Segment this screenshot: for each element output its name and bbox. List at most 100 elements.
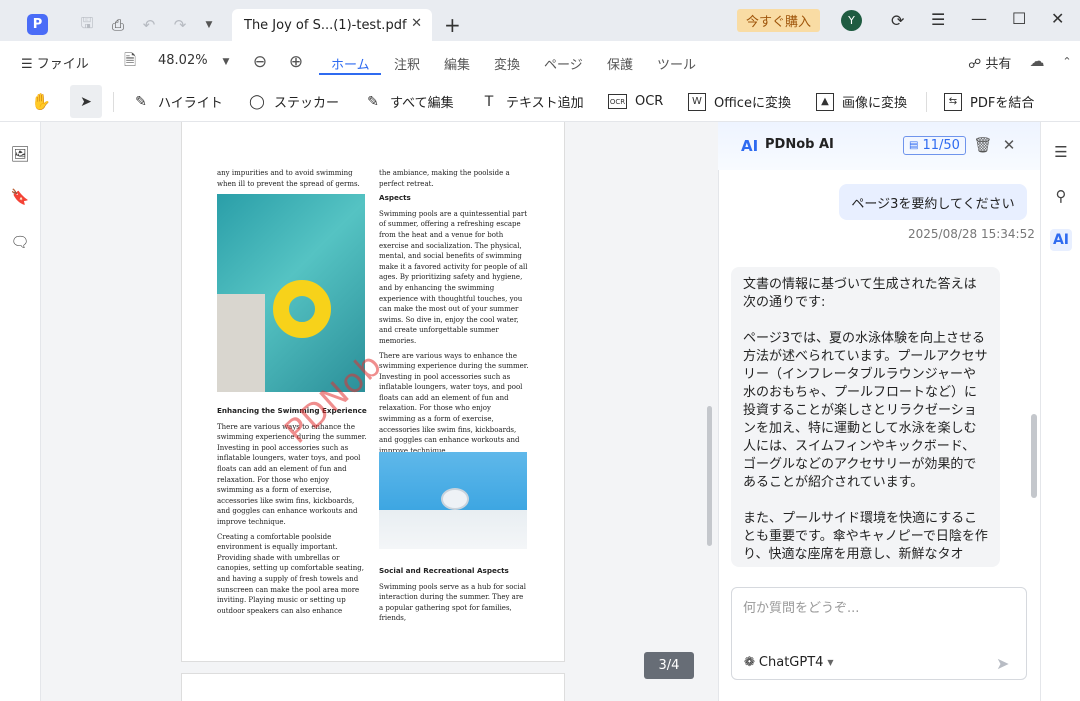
sun-hat	[441, 488, 469, 510]
convert-to-office-button[interactable]: W Officeに変換	[688, 81, 791, 122]
ocr-label: OCR	[635, 94, 664, 109]
send-icon[interactable]: ➤	[996, 654, 1009, 673]
maximize-icon[interactable]: ☐	[1012, 9, 1026, 28]
select-tool[interactable]: ➤	[70, 85, 102, 118]
hand-tool[interactable]: ✋	[31, 81, 51, 122]
paragraph: any impurities and to avoid swimming whe…	[217, 169, 360, 188]
add-text-label: テキスト追加	[506, 96, 584, 111]
model-name: ChatGPT4	[758, 655, 824, 670]
text-box-icon: T	[484, 93, 494, 110]
question-count-badge: ▤ 11/50	[903, 136, 966, 155]
close-panel-icon[interactable]: ✕	[998, 134, 1020, 156]
highlight-icon: ✎	[135, 93, 147, 110]
minimize-icon[interactable]: —	[971, 9, 987, 28]
chat-count-icon: ▤	[909, 140, 919, 151]
document-viewer[interactable]: any impurities and to avoid swimming whe…	[41, 122, 718, 701]
page-indicator: 3/4	[644, 652, 694, 679]
tab-page[interactable]: ページ	[544, 54, 583, 73]
sticker-icon: ◯	[249, 93, 265, 110]
active-tab-indicator	[319, 73, 381, 75]
paragraph: the ambiance, making the poolside a perf…	[379, 169, 510, 188]
swim-ring	[273, 280, 331, 338]
share-button[interactable]: ☍ 共有	[968, 53, 1011, 72]
tab-tools[interactable]: ツール	[657, 54, 696, 73]
edit-all-button[interactable]: ✎ すべて編集	[364, 81, 454, 122]
left-sidebar: 🖼 🔖 🗨	[0, 122, 41, 701]
hand-icon: ✋	[31, 92, 51, 111]
ocr-button[interactable]: OCR OCR	[608, 81, 663, 122]
edit-all-label: すべて編集	[390, 96, 454, 111]
sticker-button[interactable]: ◯ ステッカー	[248, 81, 339, 122]
right-sidebar: ☰ ⚲ AI	[1040, 122, 1080, 701]
thumbnail-icon[interactable]: 🖼	[10, 144, 30, 164]
document-scrollbar[interactable]	[707, 406, 712, 546]
save-icon[interactable]: 🖫	[76, 14, 98, 36]
section-heading: Aspects	[379, 193, 411, 203]
left-column-top: any impurities and to avoid swimming whe…	[217, 168, 367, 193]
answer-paragraph: また、プールサイド環境を快適にすることも重要です。傘やキャノピーで日陰を作り、快…	[743, 511, 988, 562]
ai-assistant-icon[interactable]: AI	[1050, 229, 1072, 251]
menu-icon[interactable]: ☰	[931, 10, 945, 29]
tab-convert[interactable]: 変換	[494, 54, 520, 73]
ai-logo-icon: AI	[741, 137, 759, 155]
pdnob-logo-icon: P	[27, 14, 48, 35]
tab-home[interactable]: ホーム	[331, 54, 370, 73]
redo-icon[interactable]: ↷	[169, 14, 191, 36]
image-icon: ▲	[816, 92, 834, 111]
ocr-icon: OCR	[608, 94, 627, 109]
highlight-label: ハイライト	[158, 96, 223, 111]
ai-answer: 文書の情報に基づいて生成された答えは次の通りです: ページ3では、夏の水泳体験を…	[731, 267, 1000, 567]
delete-history-icon[interactable]: 🗑	[972, 134, 994, 156]
next-pdf-page	[181, 673, 565, 701]
home-toolbar: ✋ ➤ ✎ ハイライト ◯ ステッカー ✎ すべて編集 T テキスト追加 OCR OCR …	[0, 81, 1080, 122]
ai-panel-title: PDNob AI	[765, 137, 834, 152]
properties-icon[interactable]: ☰	[1050, 141, 1072, 163]
paragraph: Swimming pools are a quintessential part…	[379, 209, 528, 345]
openai-icon: ❁	[744, 655, 755, 670]
answer-paragraph: ページ3では、夏の水泳体験を向上させる方法が述べられています。プールアクセサリー…	[743, 331, 988, 490]
avatar[interactable]: Y	[841, 10, 862, 31]
tab-annotate[interactable]: 注釈	[394, 54, 420, 73]
paragraph: Creating a comfortable poolside environm…	[217, 532, 364, 615]
word-icon: W	[688, 92, 706, 111]
search-icon[interactable]: ⚲	[1050, 185, 1072, 207]
message-timestamp: 2025/08/28 15:34:52	[908, 227, 1035, 241]
paragraph: Swimming pools serve as a hub for social…	[379, 582, 526, 623]
model-selector[interactable]: ❁ ChatGPT4 ▼	[744, 655, 834, 670]
edit-icon: ✎	[367, 93, 379, 110]
right-column-bottom: Social and Recreational Aspects Swimming…	[379, 562, 529, 628]
merge-pdf-button[interactable]: ⇆ PDFを結合	[944, 81, 1034, 122]
tab-edit[interactable]: 編集	[444, 54, 470, 73]
share-icon: ☍	[968, 57, 982, 72]
document-tab[interactable]: The Joy of S...(1)-test.pdf ✕	[232, 9, 432, 41]
user-message: ページ3を要約してください	[839, 184, 1027, 220]
highlight-button[interactable]: ✎ ハイライト	[132, 81, 223, 122]
ai-panel-scrollbar[interactable]	[1031, 414, 1037, 498]
cursor-icon: ➤	[80, 93, 92, 110]
pool-deck	[217, 294, 265, 392]
convert-to-image-label: 画像に変換	[842, 96, 908, 111]
add-text-button[interactable]: T テキスト追加	[480, 81, 584, 122]
buy-now-button[interactable]: 今すぐ購入	[737, 9, 820, 32]
collapse-ribbon-icon[interactable]: ⌃	[1056, 50, 1078, 72]
close-window-icon[interactable]: ✕	[1051, 9, 1064, 28]
convert-to-image-button[interactable]: ▲ 画像に変換	[816, 81, 907, 122]
close-tab-icon[interactable]: ✕	[411, 16, 422, 31]
pool-swimmer-image	[379, 452, 527, 549]
bookmark-icon[interactable]: 🔖	[10, 187, 30, 207]
print-icon[interactable]: ⎙	[107, 14, 129, 36]
refresh-icon[interactable]: ⟳	[891, 11, 904, 30]
right-column: the ambiance, making the poolside a perf…	[379, 168, 529, 460]
new-tab-button[interactable]: +	[444, 13, 461, 37]
chevron-down-icon: ▼	[827, 658, 834, 667]
document-tab-title: The Joy of S...(1)-test.pdf	[244, 17, 407, 33]
quick-access-dropdown-icon[interactable]: ▼	[198, 14, 220, 36]
sticker-label: ステッカー	[274, 96, 340, 111]
undo-icon[interactable]: ↶	[138, 14, 160, 36]
tab-protect[interactable]: 保護	[607, 54, 633, 73]
section-heading: Social and Recreational Aspects	[379, 566, 509, 575]
merge-icon: ⇆	[944, 92, 962, 111]
comment-icon[interactable]: 🗨	[10, 232, 30, 252]
cloud-icon[interactable]: ☁	[1026, 50, 1048, 72]
question-input[interactable]	[743, 597, 1013, 637]
